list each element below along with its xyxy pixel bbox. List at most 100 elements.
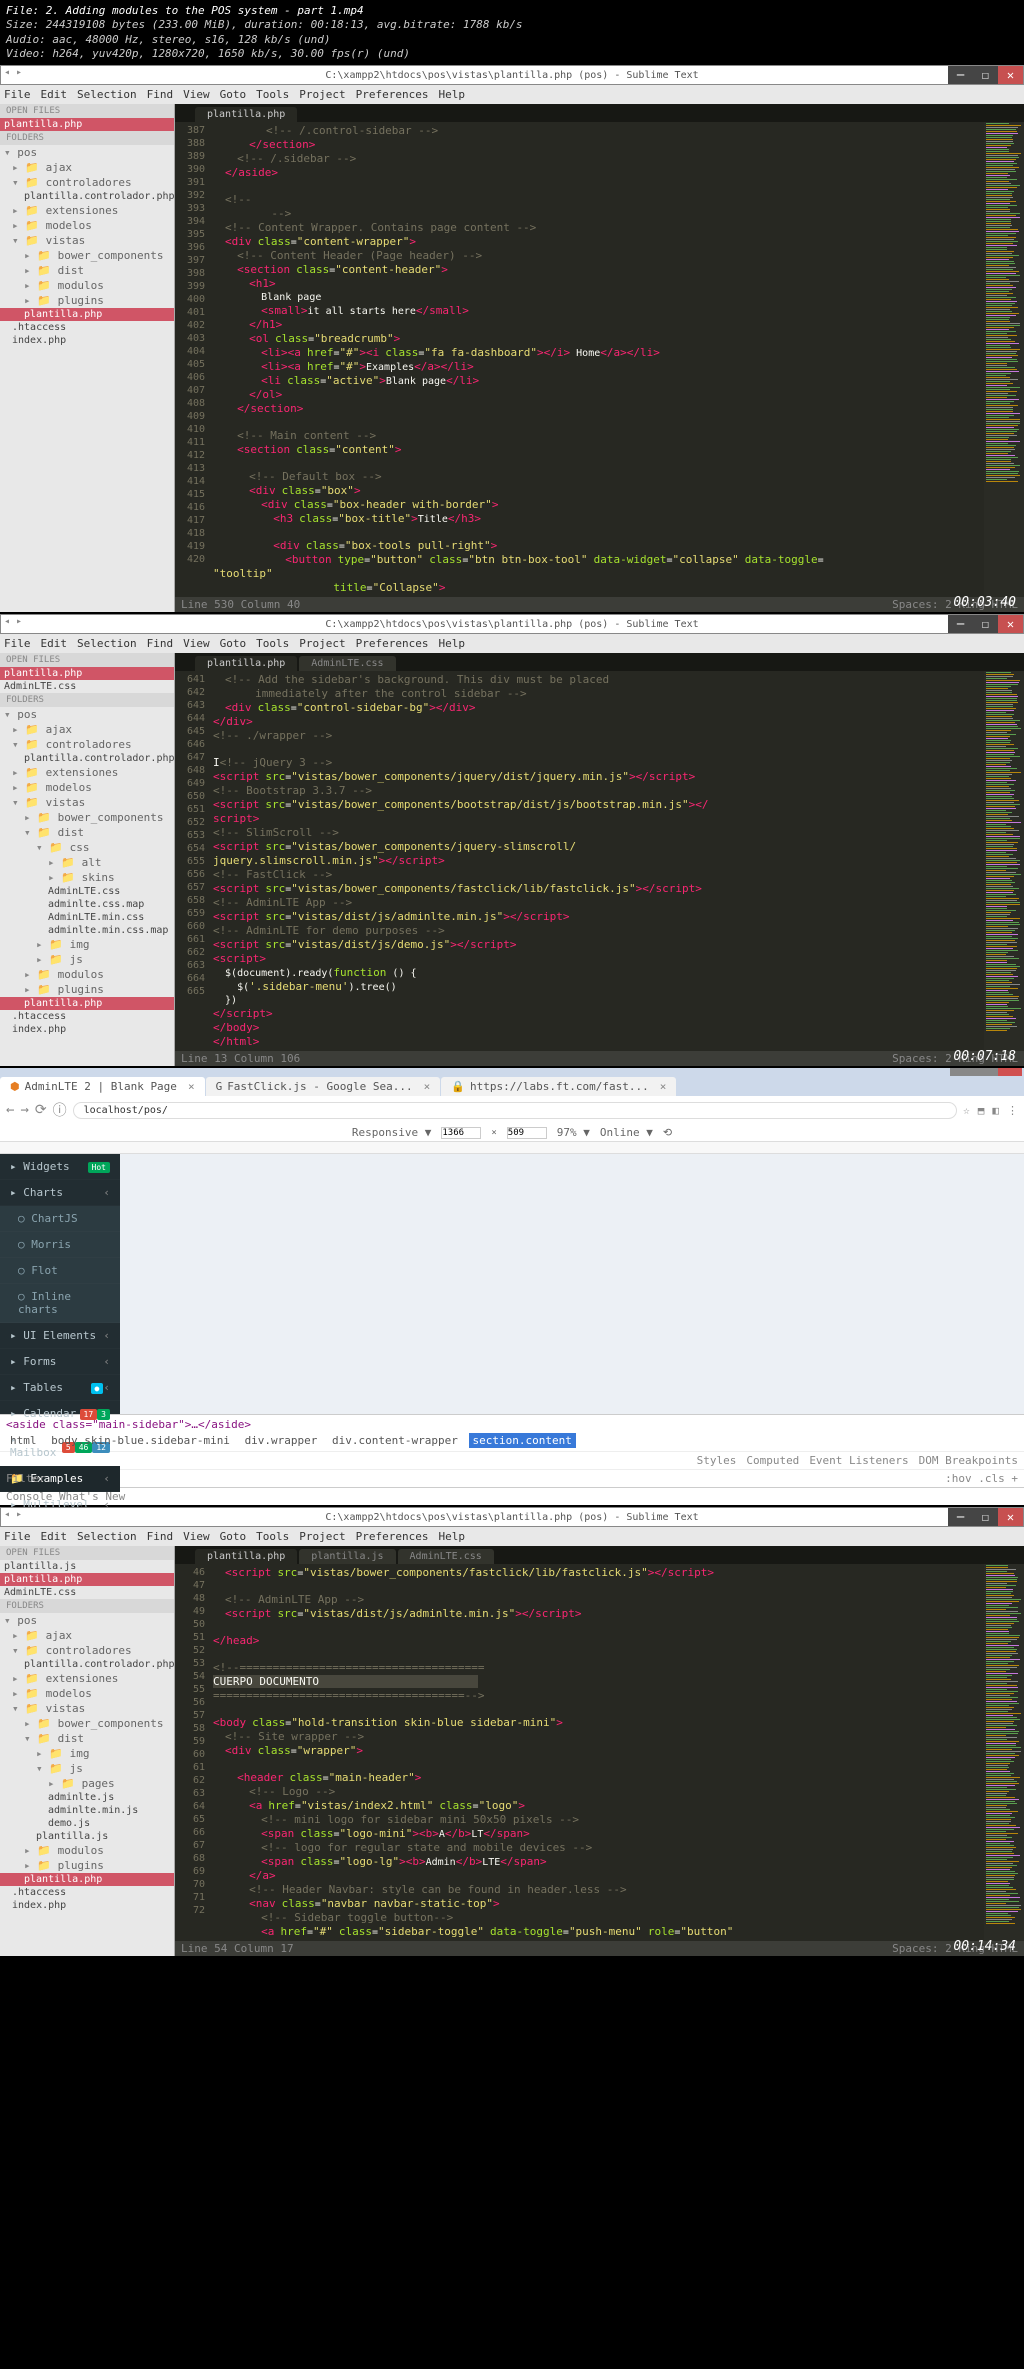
sidebar-item[interactable]: ○ Flot [0,1258,120,1284]
file-item[interactable]: demo.js [0,1817,174,1830]
folder-item[interactable]: 📁 modulos [0,278,174,293]
editor-tab[interactable]: plantilla.php [195,1549,297,1564]
open-file[interactable]: plantilla.php [0,118,174,131]
file-item[interactable]: plantilla.controlador.php [0,1658,174,1671]
file-item[interactable]: index.php [0,1899,174,1912]
folder-item[interactable]: 📁 dist [0,825,174,840]
file-item[interactable]: AdminLTE.css [0,885,174,898]
folder-item[interactable]: 📁 controladores [0,737,174,752]
folder-item[interactable]: 📁 modelos [0,780,174,795]
menu-tools[interactable]: Tools [256,88,289,101]
minimap[interactable] [984,1564,1024,1941]
folder-item[interactable]: 📁 extensiones [0,1671,174,1686]
minimize-button[interactable]: ─ [948,1508,973,1526]
folder-item[interactable]: 📁 bower_components [0,810,174,825]
folder-item[interactable]: 📁 modelos [0,1686,174,1701]
tab-nav-icon[interactable]: ◂ ▸ [4,67,22,78]
folder-item[interactable]: 📁 modulos [0,1843,174,1858]
file-item[interactable]: plantilla.controlador.php [0,752,174,765]
file-item[interactable]: AdminLTE.min.css [0,911,174,924]
sidebar-item[interactable]: ▸ UI Elements‹ [0,1323,120,1349]
maximize-button[interactable]: ☐ [973,615,998,633]
sidebar-item[interactable]: ○ Inline charts [0,1284,120,1323]
rotate-icon[interactable]: ⟲ [663,1126,672,1139]
throttle-select[interactable]: Online ▼ [600,1126,653,1139]
sidebar-item[interactable]: ▸ Forms‹ [0,1349,120,1375]
file-item[interactable]: plantilla.php [0,1873,174,1886]
folder-item[interactable]: 📁 modelos [0,218,174,233]
folder-item[interactable]: 📁 plugins [0,982,174,997]
file-item[interactable]: plantilla.controlador.php [0,190,174,203]
width-input[interactable] [441,1127,481,1139]
devtools-drawer[interactable]: Console What's New [0,1487,1024,1505]
file-item[interactable]: index.php [0,334,174,347]
minimap[interactable] [984,671,1024,1051]
folder-item[interactable]: 📁 extensiones [0,765,174,780]
folder-item[interactable]: 📁 ajax [0,160,174,175]
folder-item[interactable]: 📁 plugins [0,1858,174,1873]
folder-item[interactable]: 📁 ajax [0,722,174,737]
sidebar-item[interactable]: ▸ WidgetsHot [0,1154,120,1180]
folder-item[interactable]: 📁 vistas [0,795,174,810]
sidebar-item[interactable]: ○ ChartJS [0,1206,120,1232]
folder-item[interactable]: 📁 bower_components [0,1716,174,1731]
ext-icon[interactable]: ◧ [992,1104,999,1117]
editor-tab[interactable]: AdminLTE.css [299,656,395,671]
folder-root[interactable]: pos [0,145,174,160]
menu-edit[interactable]: Edit [41,88,68,101]
sidebar-item[interactable]: ▸ Charts‹ [0,1180,120,1206]
devtools-html[interactable]: <aside class="main-sidebar">…</aside> [6,1418,1018,1431]
folder-item[interactable]: 📁 modulos [0,967,174,982]
breadcrumb[interactable]: section.content [469,1433,576,1448]
menu-help[interactable]: Help [438,88,465,101]
panel-tab[interactable]: Event Listeners [809,1454,908,1467]
folder-item[interactable]: 📁 js [0,1761,174,1776]
open-file[interactable]: AdminLTE.css [0,1586,174,1599]
info-icon[interactable]: ⓘ [53,1100,67,1120]
panel-tab[interactable]: Styles [697,1454,737,1467]
ext-icon[interactable]: ⬒ [978,1104,985,1117]
open-file[interactable]: AdminLTE.css [0,680,174,693]
code-editor[interactable]: <script src="vistas/bower_components/fas… [213,1564,984,1941]
menu-preferences[interactable]: Preferences [356,88,429,101]
close-button[interactable]: ✕ [998,615,1023,633]
folder-item[interactable]: 📁 controladores [0,1643,174,1658]
back-button[interactable]: ← [6,1102,14,1118]
forward-button[interactable]: → [20,1102,28,1118]
file-item[interactable]: .htaccess [0,1886,174,1899]
menu-goto[interactable]: Goto [220,88,247,101]
folder-item[interactable]: 📁 bower_components [0,248,174,263]
folder-item[interactable]: 📁 vistas [0,233,174,248]
folder-item[interactable]: 📁 vistas [0,1701,174,1716]
file-item[interactable]: .htaccess [0,1010,174,1023]
open-file[interactable]: plantilla.php [0,667,174,680]
minimize-button[interactable]: ─ [948,66,973,84]
open-file[interactable]: plantilla.js [0,1560,174,1573]
folder-item[interactable]: 📁 controladores [0,175,174,190]
star-icon[interactable]: ☆ [963,1104,970,1117]
code-editor[interactable]: <!-- /.control-sidebar --> </section> <!… [213,122,984,597]
file-item[interactable]: adminlte.min.css.map [0,924,174,937]
folder-item[interactable]: 📁 extensiones [0,203,174,218]
file-item[interactable]: adminlte.css.map [0,898,174,911]
editor-tab[interactable]: plantilla.php [195,656,297,671]
editor-tab[interactable]: AdminLTE.css [398,1549,494,1564]
minimap[interactable] [984,122,1024,597]
sidebar-item[interactable]: ○ Morris [0,1232,120,1258]
zoom-select[interactable]: 97% ▼ [557,1126,590,1139]
close-tab-icon[interactable]: × [188,1080,195,1093]
menu-file[interactable]: File [4,88,31,101]
file-item[interactable]: adminlte.js [0,1791,174,1804]
folder-item[interactable]: 📁 alt [0,855,174,870]
browser-tab[interactable]: ⬢AdminLTE 2 | Blank Page× [0,1077,205,1096]
code-editor[interactable]: <!-- Add the sidebar's background. This … [213,671,984,1051]
menu-project[interactable]: Project [299,88,345,101]
browser-tab[interactable]: 🔒https://labs.ft.com/fast...× [441,1077,676,1096]
file-item[interactable]: plantilla.php [0,997,174,1010]
address-bar[interactable]: localhost/pos/ [73,1102,958,1119]
folder-item[interactable]: 📁 img [0,937,174,952]
reload-button[interactable]: ⟳ [35,1102,47,1118]
sidebar-item[interactable]: ▸ Tables●‹ [0,1375,120,1401]
folder-item[interactable]: 📁 css [0,840,174,855]
breadcrumb[interactable]: html [6,1433,41,1448]
